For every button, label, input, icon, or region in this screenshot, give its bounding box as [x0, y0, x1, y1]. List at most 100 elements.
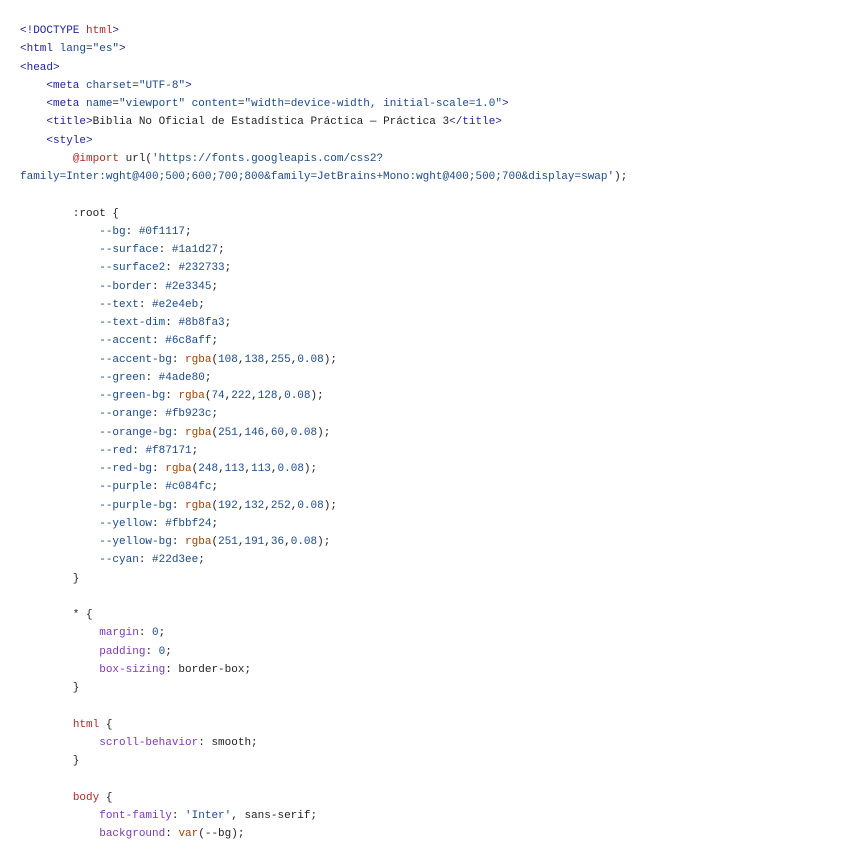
code-token: : smooth; — [198, 736, 258, 749]
code-token: > — [119, 43, 126, 56]
code-line: --green-bg: rgba(74,222,128,0.08); — [20, 387, 840, 405]
code-token: #6c8aff — [165, 335, 212, 348]
code-line: @import url('https://fonts.googleapis.co… — [20, 150, 840, 168]
code-token: ; — [211, 335, 219, 348]
code-line: --green: #4ade80; — [20, 369, 840, 387]
code-token: 222 — [231, 390, 252, 402]
code-token: , — [264, 499, 271, 512]
code-token: <style> — [20, 134, 93, 147]
code-token: : — [145, 371, 159, 384]
code-token: #fb923c — [165, 408, 212, 421]
code-token: , — [264, 426, 271, 439]
code-token: : — [152, 280, 166, 293]
code-token: ; — [218, 244, 225, 256]
code-token: ); — [303, 463, 318, 475]
code-token: lang — [59, 43, 87, 56]
code-token: , — [284, 426, 291, 439]
code-token: rgba — [185, 536, 212, 548]
code-token: , — [284, 536, 291, 548]
code-token: rgba — [165, 463, 192, 475]
code-token: family=Inter:wght@400;500;600;700;800&fa… — [20, 171, 615, 183]
code-token: #4ade80 — [158, 371, 205, 384]
code-token: #fbbf24 — [165, 517, 212, 530]
code-token: <html — [20, 43, 60, 56]
code-token: 251 — [218, 536, 238, 548]
code-token: var — [178, 828, 199, 840]
code-token: > — [185, 79, 192, 92]
code-token: Biblia No Oficial de Estadística Práctic… — [92, 116, 450, 129]
code-line: } — [20, 752, 840, 770]
code-line: <meta name="viewport" content="width=dev… — [20, 95, 840, 113]
code-token: --red — [99, 444, 133, 457]
code-token: , — [264, 536, 271, 548]
code-token: --green — [99, 371, 146, 384]
code-line: --surface: #1a1d27; — [20, 241, 840, 259]
code-token: ; — [158, 627, 166, 640]
code-token: = — [86, 43, 93, 56]
code-view: <!DOCTYPE html> <html lang="es"> <head> <m… — [20, 22, 840, 843]
code-token: --orange-bg — [99, 426, 172, 439]
code-token: 113 — [224, 463, 245, 475]
code-token: : — [165, 317, 179, 329]
code-token: #e2e4eb — [152, 298, 199, 311]
code-token: --red-bg — [99, 463, 153, 475]
code-line: --bg: #0f1117; — [20, 223, 840, 241]
code-token: #232733 — [178, 262, 225, 275]
code-token: html — [72, 718, 100, 731]
code-line: <title>Biblia No Oficial de Estadística … — [20, 113, 840, 131]
code-line: --surface2: #232733; — [20, 259, 840, 277]
code-token: 0.08 — [277, 463, 304, 475]
code-token: , — [264, 353, 271, 366]
code-line: background: var(--bg); — [20, 825, 840, 843]
code-line: } — [20, 570, 840, 588]
code-token: , — [270, 463, 278, 475]
code-line: family=Inter:wght@400;500;600;700;800&fa… — [20, 168, 840, 186]
code-token: 108 — [218, 353, 238, 366]
code-token: #8b8fa3 — [178, 317, 225, 329]
code-token: #22d3ee — [152, 554, 199, 567]
code-token: : — [125, 225, 139, 238]
code-token: } — [20, 682, 80, 694]
code-token: { — [99, 791, 113, 804]
code-token: 255 — [270, 353, 291, 366]
code-token: --accent — [99, 335, 153, 348]
code-token: ; — [224, 317, 232, 329]
code-token: ; — [211, 517, 219, 530]
code-token: <meta — [20, 79, 87, 92]
code-token: : — [138, 554, 153, 567]
code-token: ); — [323, 353, 337, 366]
code-token: , — [218, 463, 225, 475]
code-token: 251 — [218, 426, 238, 439]
code-token: ; — [204, 371, 212, 384]
code-line: --yellow: #fbbf24; — [20, 515, 840, 533]
code-token: ; — [211, 280, 219, 293]
code-line: --cyan: #22d3ee; — [20, 551, 840, 569]
code-token: <meta — [20, 98, 87, 110]
code-line: --purple: #c084fc; — [20, 478, 840, 496]
code-token: --text-dim — [99, 317, 166, 329]
code-line: padding: 0; — [20, 643, 840, 661]
code-token: box-sizing — [99, 663, 166, 676]
code-token: : — [152, 463, 166, 475]
code-token: , sans-serif; — [231, 809, 318, 822]
code-token: : — [138, 627, 153, 640]
code-line: <meta charset="UTF-8"> — [20, 77, 840, 95]
code-token: rgba — [185, 426, 212, 439]
code-token: (--bg); — [198, 828, 245, 840]
code-token: background — [99, 828, 166, 840]
